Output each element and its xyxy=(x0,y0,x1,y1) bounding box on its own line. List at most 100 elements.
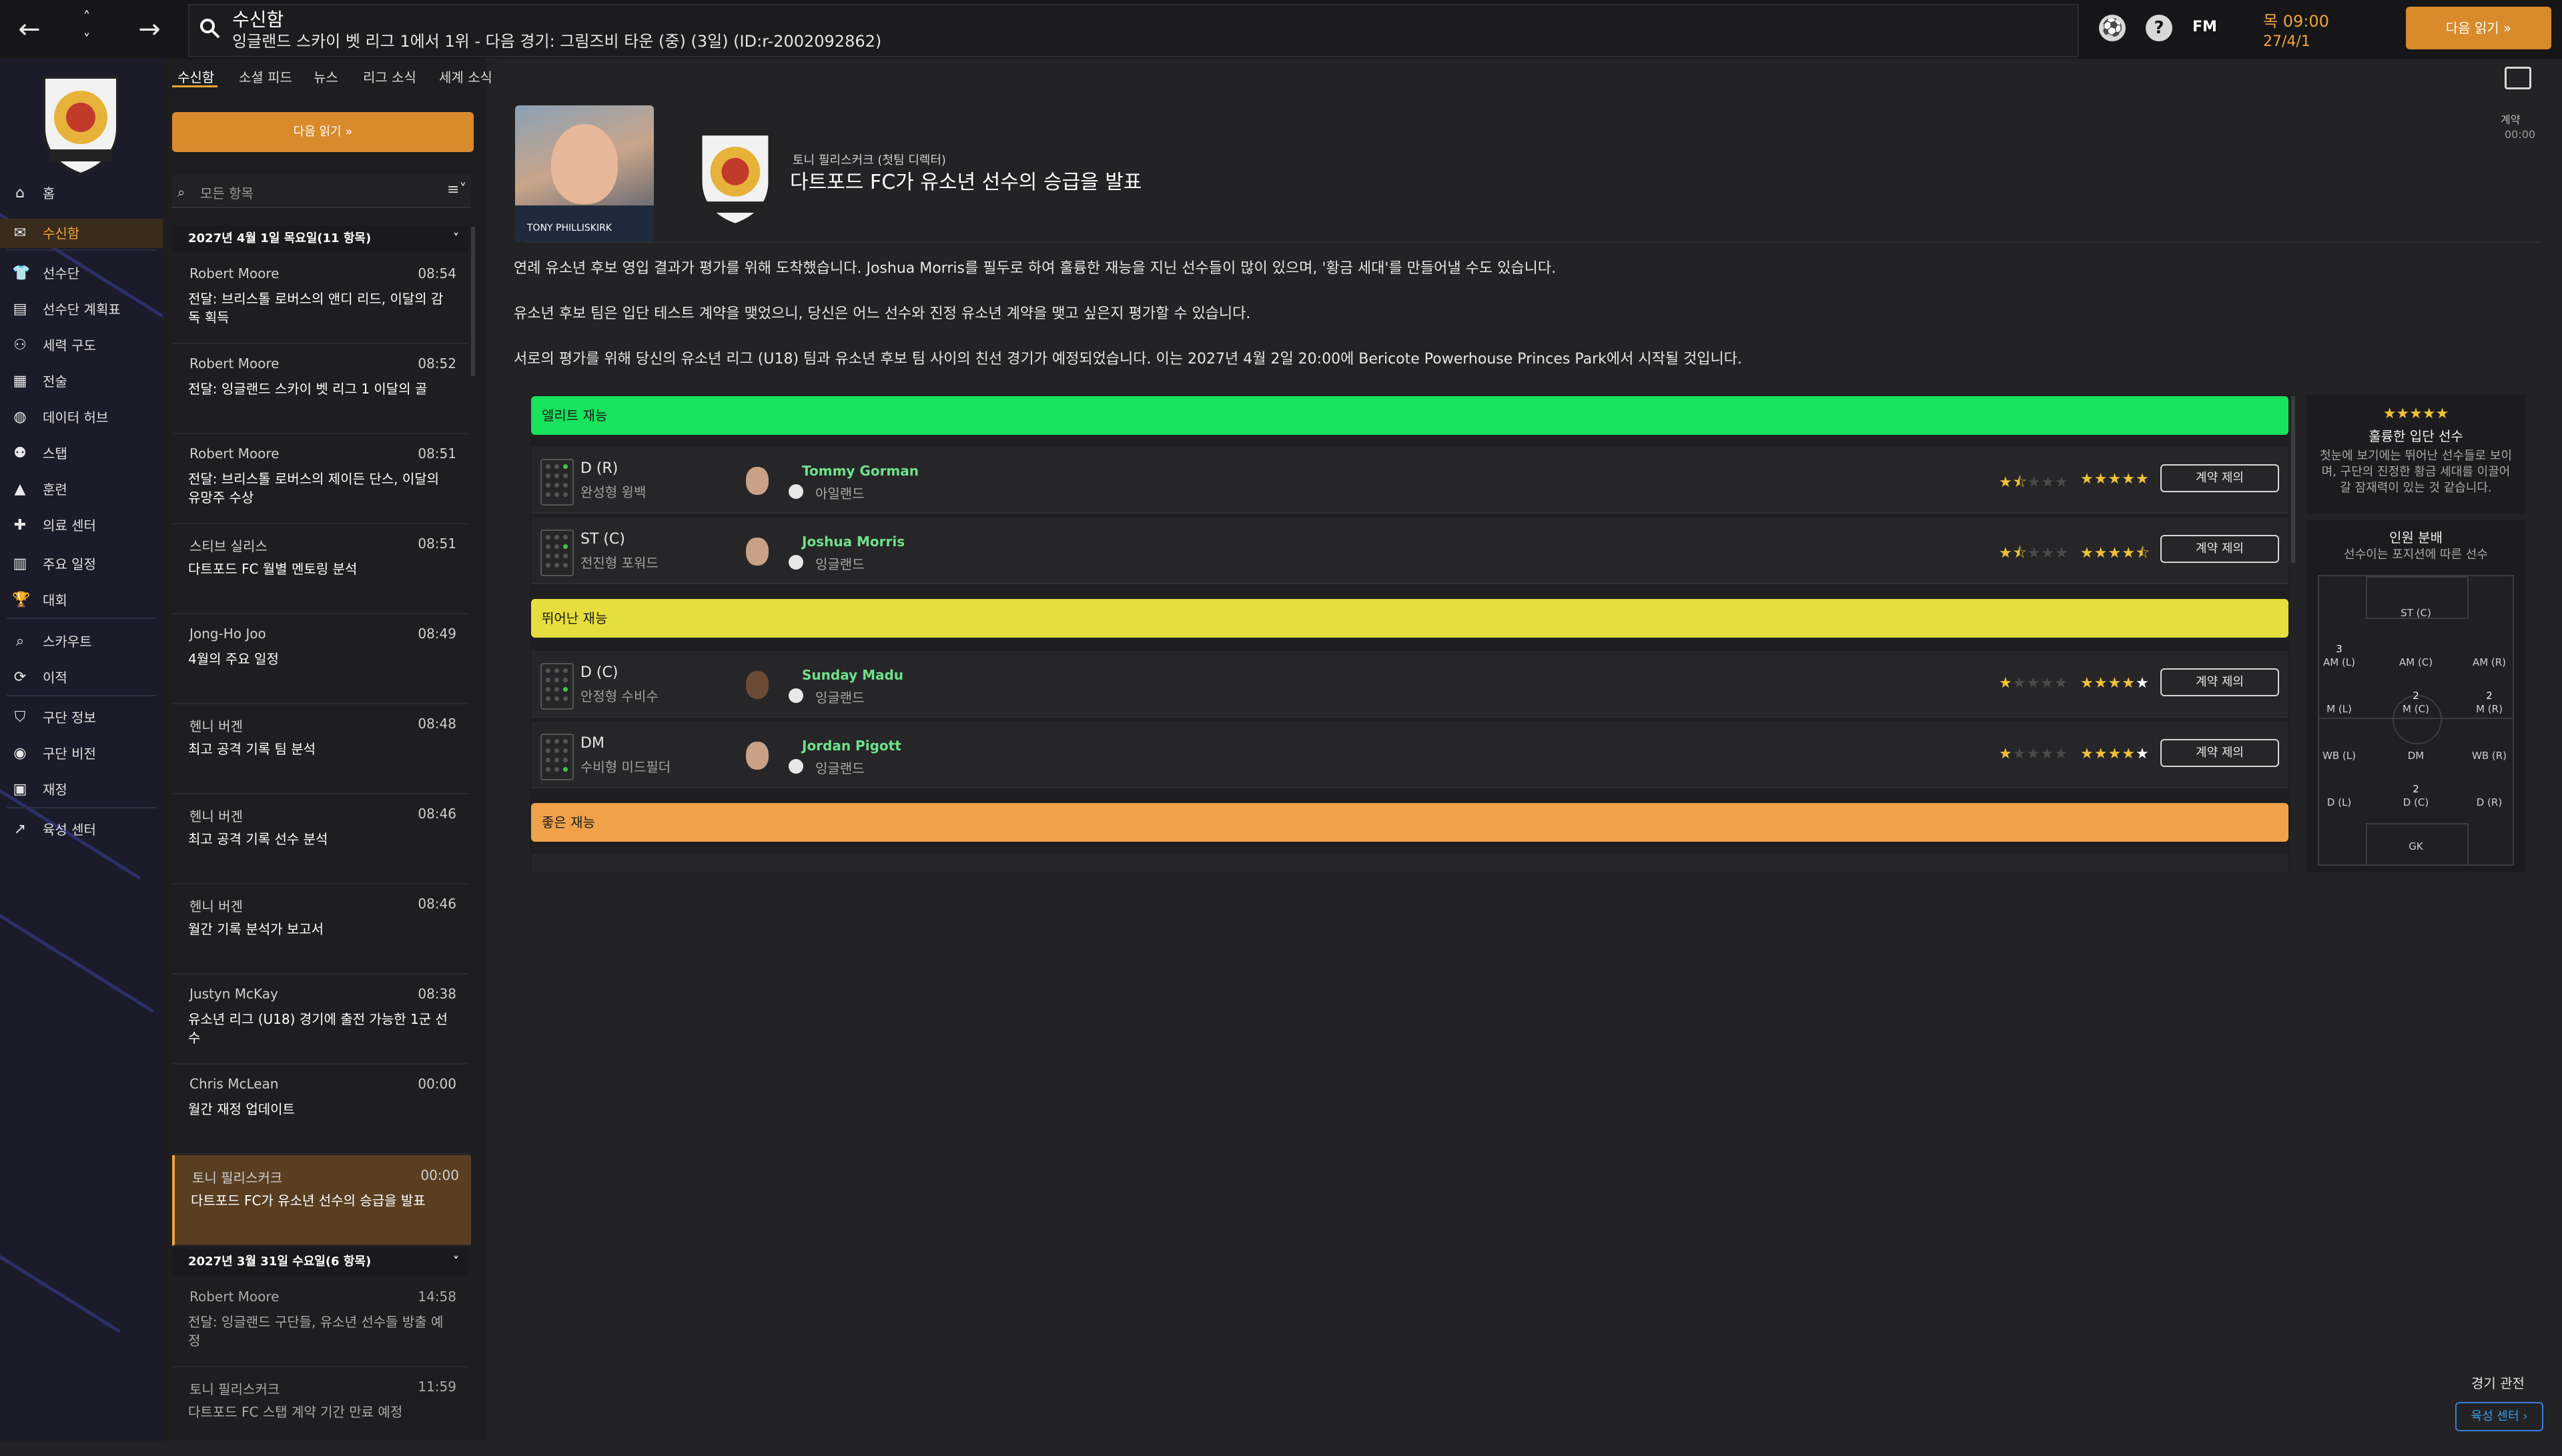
sidebar-item-club-info[interactable]: ⛉ 구단 정보 xyxy=(0,703,163,732)
photo-caption: TONY PHILLISKIRK xyxy=(527,223,612,233)
flag-icon xyxy=(789,484,803,499)
position-dot xyxy=(546,748,550,753)
next-read-button[interactable]: 다음 읽기 » xyxy=(172,112,474,152)
sidebar-item-dynamics[interactable]: ⚇ 세력 구도 xyxy=(0,331,163,360)
tab-world-news[interactable]: 세계 소식 xyxy=(439,67,492,86)
formation-pitch: ST (C) 3 AM (L) AM (C) AM (R) M (L) 2 M … xyxy=(2318,575,2514,866)
filter-menu-icon[interactable]: ≡˅ xyxy=(447,181,466,198)
offer-contract-button[interactable]: 계약 제의 xyxy=(2160,739,2279,767)
message-item[interactable]: Robert Moore 08:54 전달: 브리스톨 로버스의 앤디 리드, 이달… xyxy=(172,253,468,344)
sidebar-item-inbox[interactable]: ✉ 수신함 xyxy=(0,219,163,248)
trophy-icon: 🏆 xyxy=(12,592,31,608)
sidebar-item-squad[interactable]: 👕 선수단 xyxy=(0,259,163,288)
player-row[interactable]: DM 수비형 미드필더 Jordan Pigott 잉글랜드 ★★★★★ ★★★… xyxy=(531,722,2288,788)
message-item[interactable]: Robert Moore 08:52 전달: 잉글랜드 스카이 벳 리그 1 이달의… xyxy=(172,343,468,434)
inbox-scrollbar[interactable] xyxy=(471,227,475,376)
star-icon: ★ xyxy=(2108,746,2122,762)
message-item[interactable]: 헨니 버겐 08:46 월간 기록 분석가 보고서 xyxy=(172,884,468,974)
position-dot xyxy=(554,464,559,469)
position-dot xyxy=(563,687,568,692)
player-name[interactable]: Tommy Gorman xyxy=(802,463,919,479)
sidebar-item-club-vision[interactable]: ◉ 구단 비전 xyxy=(0,739,163,768)
star-icon: ★ xyxy=(2094,545,2108,562)
back-arrow-icon[interactable]: ← xyxy=(11,0,48,59)
date-group-header[interactable]: 2027년 3월 31일 수요일(6 항목) ˅ xyxy=(172,1249,468,1275)
date-group-header[interactable]: 2027년 4월 1일 목요일(11 항목) ˅ xyxy=(172,225,468,252)
star-icon: ★ xyxy=(2027,474,2042,491)
message-item[interactable]: Robert Moore 14:58 전달: 잉글랜드 구단들, 유소년 선수들 방… xyxy=(172,1277,468,1367)
position-pitch-icon xyxy=(540,530,574,576)
message-item[interactable]: Jong-Ho Joo 08:49 4월의 주요 일정 xyxy=(172,614,468,704)
sidebar-item-home[interactable]: ⌂ 홈 xyxy=(0,179,163,208)
forward-arrow-icon[interactable]: → xyxy=(131,0,168,59)
offer-contract-button[interactable]: 계약 제의 xyxy=(2160,668,2279,696)
club-crest-icon[interactable] xyxy=(689,121,782,231)
table-scrollbar[interactable] xyxy=(2291,396,2295,563)
calendar-icon: ▥ xyxy=(13,556,27,572)
position-dot xyxy=(554,563,559,568)
offer-contract-button[interactable]: 계약 제의 xyxy=(2160,464,2279,492)
sidebar-item-finances[interactable]: ▣ 재정 xyxy=(0,775,163,804)
player-row[interactable]: ST (C) 전진형 포워드 Joshua Morris 잉글랜드 ★⯪★★★ … xyxy=(531,518,2288,584)
filter-placeholder: 모든 항목 xyxy=(200,185,254,201)
message-item-selected[interactable]: 토니 필리스커크 00:00 다트포드 FC가 유소년 선수의 승급을 발표 xyxy=(172,1155,471,1246)
match-view-label[interactable]: 경기 관전 xyxy=(2471,1373,2525,1392)
player-row[interactable]: D (C) 안정형 수비수 Sunday Madu 잉글랜드 ★★★★★ ★★★… xyxy=(531,651,2288,718)
player-row-partial[interactable] xyxy=(531,854,2288,872)
star-icon: ★ xyxy=(2135,746,2150,762)
current-ability-stars: ★⯪★★★ xyxy=(1999,471,2069,496)
message-item[interactable]: Justyn McKay 08:38 유소년 리그 (U18) 경기에 출전 가능한… xyxy=(172,974,468,1064)
pos-dm: DM xyxy=(2407,750,2425,762)
history-updown-icon[interactable]: ˄ ˅ xyxy=(77,7,96,52)
rating-panel: ★★★★★ 훌륭한 입단 선수 첫눈에 보기에는 뛰어난 선수들로 보이며, 구… xyxy=(2307,395,2525,514)
position-dot xyxy=(554,554,559,558)
club-crest-icon[interactable] xyxy=(31,64,131,180)
message-item[interactable]: 토니 필리스커크 11:59 다트포드 FC 스탭 계약 기간 만료 예정 xyxy=(172,1367,468,1456)
sidebar-item-competitions[interactable]: 🏆 대회 xyxy=(0,586,163,615)
tab-inbox[interactable]: 수신함 xyxy=(177,67,214,86)
player-name[interactable]: Joshua Morris xyxy=(802,534,905,550)
continue-button[interactable]: 다음 읽기 » xyxy=(2406,7,2551,49)
star-icon: ⯪ xyxy=(2012,545,2028,562)
position-pitch-icon xyxy=(540,734,574,780)
sidebar-item-medical[interactable]: ✚ 의료 센터 xyxy=(0,511,163,540)
player-name[interactable]: Jordan Pigott xyxy=(802,738,901,754)
screen-toggle-icon[interactable] xyxy=(2505,67,2531,89)
player-row[interactable]: D (R) 완성형 윙백 Tommy Gorman 아일랜드 ★⯪★★★ ★★★… xyxy=(531,447,2288,514)
flag-icon xyxy=(789,688,803,703)
offer-contract-button[interactable]: 계약 제의 xyxy=(2160,535,2279,563)
help-icon[interactable]: ? xyxy=(2146,15,2172,41)
player-position: DM xyxy=(580,735,604,752)
tab-league-news[interactable]: 리그 소식 xyxy=(363,67,416,86)
sidebar-item-dev-centre[interactable]: ↗ 육성 센터 xyxy=(0,815,163,844)
message-item[interactable]: Robert Moore 08:51 전달: 브리스톨 로버스의 제이든 단스, 이… xyxy=(172,434,468,524)
message-item[interactable]: 헨니 버겐 08:48 최고 공격 기록 팀 분석 xyxy=(172,704,468,794)
sidebar-item-staff[interactable]: ⚉ 스탭 xyxy=(0,439,163,468)
distribution-subtitle: 선수이는 포지션에 따른 선수 xyxy=(2344,548,2488,562)
sidebar-item-tactics[interactable]: ▦ 전술 xyxy=(0,367,163,396)
sidebar-item-data-hub[interactable]: ◍ 데이터 허브 xyxy=(0,403,163,432)
message-item[interactable]: 스티브 실리스 08:51 다트포드 FC 월별 멘토링 분석 xyxy=(172,524,468,614)
sidebar-item-scouting[interactable]: ⌕ 스카우트 xyxy=(0,627,163,656)
star-icon: ★ xyxy=(2122,471,2136,488)
club-icon[interactable]: ⚽ xyxy=(2099,15,2126,41)
tab-social-feed[interactable]: 소셜 피드 xyxy=(239,67,292,86)
tactics-board-icon: ▦ xyxy=(13,373,27,390)
sidebar-item-transfers[interactable]: ⟳ 이적 xyxy=(0,663,163,692)
sidebar-item-squad-planner[interactable]: ▤ 선수단 계획표 xyxy=(0,295,163,324)
star-icon: ★ xyxy=(1999,545,2013,562)
sidebar-item-schedule[interactable]: ▥ 주요 일정 xyxy=(0,550,163,579)
fm-logo[interactable]: FM xyxy=(2192,19,2217,35)
message-item[interactable]: Chris McLean 00:00 월간 재정 업데이트 xyxy=(172,1064,468,1155)
development-centre-button[interactable]: 육성 센터 › xyxy=(2455,1402,2543,1431)
star-icon: ⯪ xyxy=(2135,545,2150,562)
player-name[interactable]: Sunday Madu xyxy=(802,667,903,683)
star-icon: ★ xyxy=(2135,471,2150,488)
message-item[interactable]: 헨니 버겐 08:46 최고 공격 기록 선수 분석 xyxy=(172,794,468,884)
sidebar-item-training[interactable]: ▲ 훈련 xyxy=(0,475,163,504)
pos-m-r: M (R) xyxy=(2476,703,2503,715)
pos-d-l: D (L) xyxy=(2326,796,2352,808)
tab-news[interactable]: 뉴스 xyxy=(314,67,338,86)
band-outstanding: 뛰어난 재능 xyxy=(531,599,2288,638)
medical-kit-icon: ✚ xyxy=(13,517,27,534)
